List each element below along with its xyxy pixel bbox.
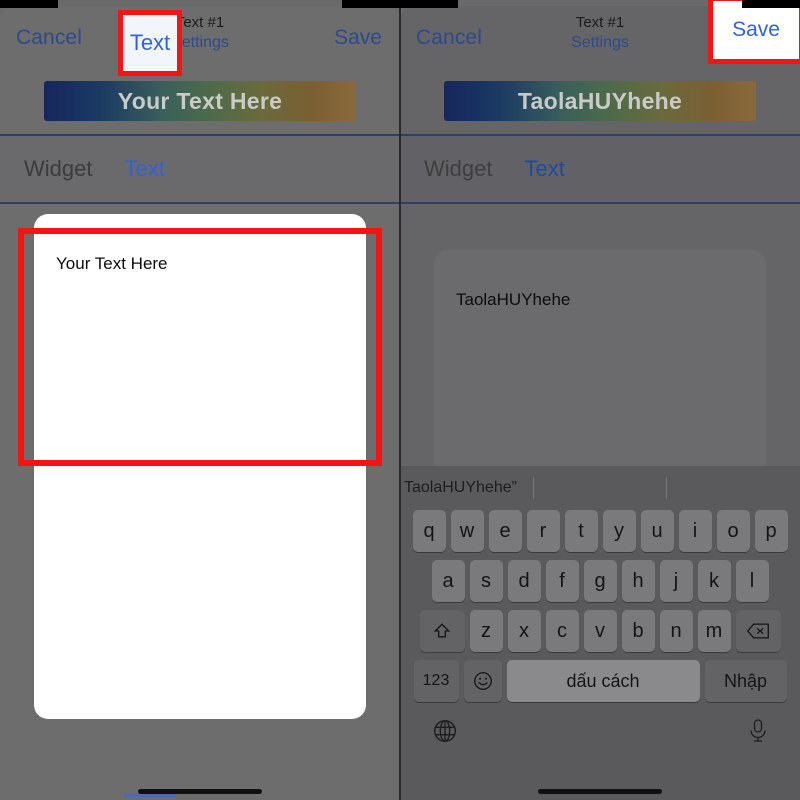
key-h[interactable]: h	[621, 560, 655, 602]
prediction-divider-2	[666, 477, 667, 499]
tab-active-underline	[124, 794, 176, 797]
widget-preview-banner-right[interactable]: TaolaHUYhehe	[444, 81, 756, 121]
notch-left	[0, 0, 58, 8]
notch-right	[742, 0, 800, 8]
numbers-key[interactable]: 123	[413, 660, 459, 702]
shift-key[interactable]	[419, 610, 465, 652]
key-b[interactable]: b	[621, 610, 655, 652]
key-c[interactable]: c	[545, 610, 579, 652]
save-button-highlighted: Save	[732, 18, 780, 41]
tab-text-right[interactable]: Text	[524, 156, 564, 182]
banner-text: Your Text Here	[117, 87, 283, 114]
dictation-key[interactable]	[746, 718, 770, 749]
key-r[interactable]: r	[526, 510, 560, 552]
home-indicator-left	[138, 789, 262, 794]
highlight-box-text-card[interactable]	[18, 228, 382, 466]
key-y[interactable]: y	[602, 510, 636, 552]
banner-area-right: TaolaHUYhehe	[400, 68, 800, 134]
key-t[interactable]: t	[564, 510, 598, 552]
keyboard-row-3: z x c v b n m	[400, 610, 800, 652]
navbar-left: Cancel Text #1 Settings Save	[0, 6, 400, 68]
space-key[interactable]: dấu cách	[506, 660, 700, 702]
enter-key[interactable]: Nhập	[704, 660, 787, 702]
banner-text-right: TaolaHUYhehe	[517, 87, 683, 114]
backspace-key[interactable]	[735, 610, 781, 652]
key-n[interactable]: n	[659, 610, 693, 652]
key-p[interactable]: p	[754, 510, 788, 552]
keyboard-row-1: q w e r t y u i o p	[400, 510, 800, 552]
tab-text[interactable]: Text	[124, 156, 164, 182]
globe-key[interactable]	[432, 718, 458, 749]
backspace-icon	[746, 623, 769, 639]
screenshot-root: Cancel Text #1 Settings Save Your Text H…	[0, 0, 800, 800]
keyboard-bottom-row	[400, 710, 800, 766]
emoji-key[interactable]	[463, 660, 502, 702]
smiley-face-icon	[473, 672, 492, 690]
highlight-box-text-tab[interactable]: Text	[118, 10, 182, 76]
key-k[interactable]: k	[697, 560, 731, 602]
key-j[interactable]: j	[659, 560, 693, 602]
key-a[interactable]: a	[431, 560, 465, 602]
key-w[interactable]: w	[450, 510, 484, 552]
panel-divider	[399, 0, 401, 800]
highlight-box-save-button[interactable]: Save	[708, 0, 800, 64]
notch-center-left	[342, 0, 400, 8]
key-x[interactable]: x	[507, 610, 541, 652]
key-o[interactable]: o	[716, 510, 750, 552]
panel-before: Cancel Text #1 Settings Save Your Text H…	[0, 0, 400, 800]
keyboard-row-4: 123 dấu cách Nhập	[400, 660, 800, 702]
card-text-value-right: TaolaHUYhehe	[456, 290, 571, 309]
key-l[interactable]: l	[735, 560, 769, 602]
tab-widget[interactable]: Widget	[24, 156, 92, 182]
globe-icon	[434, 720, 456, 742]
key-g[interactable]: g	[583, 560, 617, 602]
key-e[interactable]: e	[488, 510, 522, 552]
tabbar-right: Widget Text	[400, 134, 800, 204]
keyboard-row-2: a s d f g h j k l	[400, 560, 800, 602]
key-z[interactable]: z	[469, 610, 503, 652]
onscreen-keyboard: TaolaHUYhehe” q w e r t y u i o p a s d …	[400, 466, 800, 800]
microphone-icon	[750, 719, 766, 742]
tabbar-left: Widget Text	[0, 134, 400, 204]
tab-text-highlighted: Text	[129, 30, 171, 55]
shift-arrow-icon	[433, 623, 451, 638]
key-q[interactable]: q	[412, 510, 446, 552]
key-f[interactable]: f	[545, 560, 579, 602]
key-d[interactable]: d	[507, 560, 541, 602]
prediction-bar: TaolaHUYhehe”	[400, 466, 800, 510]
prediction-divider-1	[533, 477, 534, 499]
prediction-candidate-1[interactable]: TaolaHUYhehe”	[400, 479, 533, 497]
key-s[interactable]: s	[469, 560, 503, 602]
key-v[interactable]: v	[583, 610, 617, 652]
key-m[interactable]: m	[697, 610, 731, 652]
widget-preview-banner[interactable]: Your Text Here	[44, 81, 356, 121]
notch-center-right	[400, 0, 458, 8]
banner-area-left: Your Text Here	[0, 68, 400, 134]
tab-widget-right[interactable]: Widget	[424, 156, 492, 182]
key-u[interactable]: u	[640, 510, 674, 552]
save-button[interactable]: Save	[334, 26, 382, 50]
key-i[interactable]: i	[678, 510, 712, 552]
home-indicator-right	[538, 789, 662, 794]
